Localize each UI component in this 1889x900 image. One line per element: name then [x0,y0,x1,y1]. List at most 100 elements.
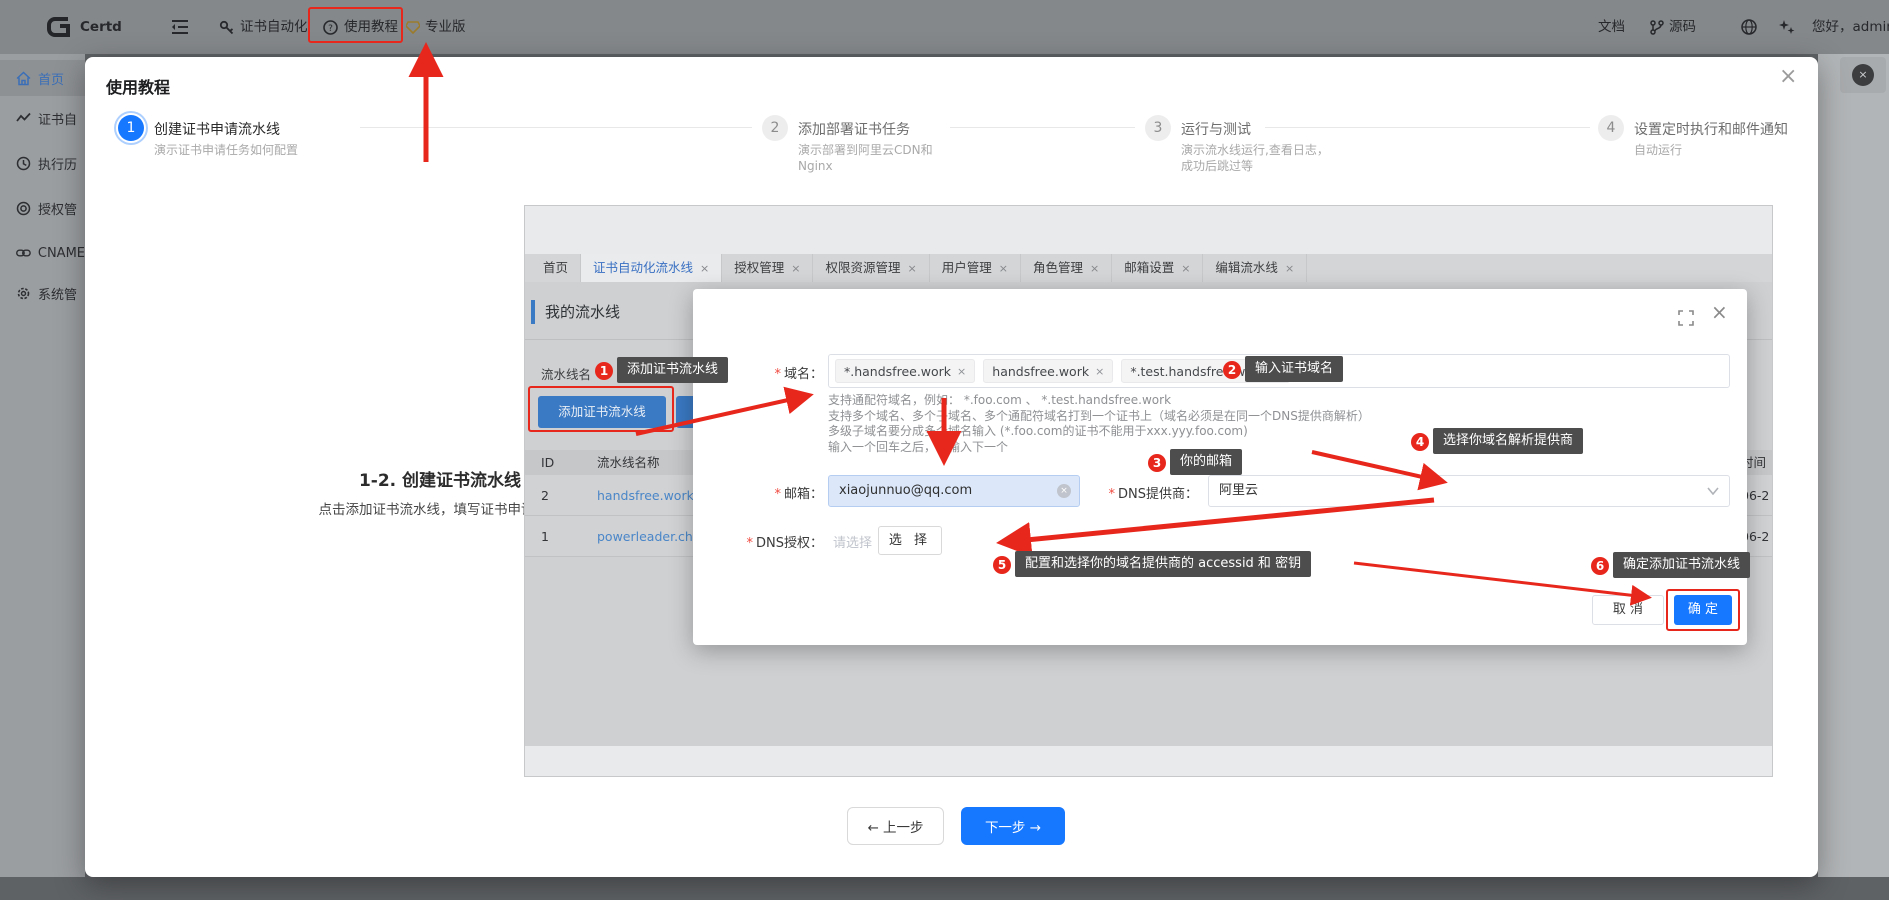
step-4-title: 设置定时执行和邮件通知 [1634,119,1788,139]
step-1-desc: 演示证书申请任务如何配置 [154,142,309,158]
page-right-strip: × [1818,54,1889,877]
domain-help-text: 支持通配符域名，例如： *.foo.com 、 *.test.handsfree… [828,393,1370,455]
sidebar-item-cert[interactable]: 证书自 [0,100,85,136]
step-connector [950,127,1135,128]
certd-logo-icon [46,15,72,39]
tag-close-icon[interactable]: × [1095,365,1104,378]
sidebar-item-cname[interactable]: CNAME [0,235,85,271]
annotation-badge-1: 1 [595,362,613,380]
git-branch-icon [1650,20,1664,35]
tab-close-icon[interactable]: × [908,262,917,275]
dns-provider-select[interactable]: 阿里云 [1208,475,1730,507]
pipeline-link[interactable]: handsfree.work证 [597,475,706,516]
modal-title: 使用教程 [106,74,170,98]
pro-badge-icon [406,21,420,34]
nav-source[interactable]: 源码 [1669,0,1696,54]
required-asterisk: * [747,536,754,551]
home-icon [16,71,31,86]
highlight-box-add-button [528,386,674,432]
col-id: ID [541,450,554,475]
demo-footer-strip [525,746,1773,777]
link-icon [16,247,31,259]
tab-auth-manage[interactable]: 授权管理× [722,254,813,282]
row-id: 1 [541,516,549,557]
sidebar-item-history[interactable]: 执行历 [0,145,85,181]
dns-auth-placeholder: 请选择 [833,532,872,551]
prev-step-button[interactable]: ← 上一步 [847,807,944,845]
pipeline-panel-title: 我的流水线 [545,301,620,322]
step-2-number: 2 [762,115,788,141]
close-all-icon[interactable]: × [1852,64,1874,86]
dns-auth-choose-button[interactable]: 选 择 [878,526,942,555]
user-greeting[interactable]: 您好，admin [1812,0,1889,54]
annotation-tooltip-2: 输入证书域名 [1245,356,1343,382]
step-3-number: 3 [1145,115,1171,141]
annotation-tooltip-6: 确定添加证书流水线 [1613,552,1750,578]
sidebar-item-label: 授权管 [38,199,77,218]
step-4-number: 4 [1598,115,1624,141]
demo-tabbar: 首页 证书自动化流水线× 授权管理× 权限资源管理× 用户管理× 角色管理× 邮… [525,254,1773,282]
nav-pro[interactable]: 专业版 [425,0,466,54]
tag-close-icon[interactable]: × [957,365,966,378]
line-chart-icon [16,111,31,126]
tab-roles[interactable]: 角色管理× [1021,254,1112,282]
tab-close-icon[interactable]: × [1285,262,1294,275]
close-tabs-widget[interactable]: × [1840,57,1886,93]
highlight-box-ok-button [1666,589,1740,631]
sidebar-item-home[interactable]: 首页 [0,60,85,96]
tab-close-icon[interactable]: × [1090,262,1099,275]
gear-icon [16,286,31,301]
modal-close-icon[interactable]: × [1779,64,1797,89]
domain-tag: handsfree.work× [983,359,1113,383]
dns-auth-label: *DNS授权： [703,532,823,551]
sidebar-item-auth[interactable]: 授权管 [0,190,85,226]
next-step-button[interactable]: 下一步 → [961,807,1065,845]
tab-email[interactable]: 邮箱设置× [1112,254,1203,282]
required-asterisk: * [774,487,781,502]
col-name: 流水线名称 [597,450,660,475]
step-3-title: 运行与测试 [1181,119,1251,139]
email-label: *邮箱： [723,483,823,502]
globe-icon[interactable] [1741,19,1757,35]
domain-tag: *.handsfree.work× [835,359,975,383]
step-2-title: 添加部署证书任务 [798,119,910,139]
tab-permission[interactable]: 权限资源管理× [813,254,929,282]
pipeline-link[interactable]: powerleader.chat [597,516,705,557]
brand-name: Certd [80,0,122,54]
tab-edit-pipeline[interactable]: 编辑流水线× [1203,254,1307,282]
target-icon [16,201,31,216]
sparkles-icon[interactable] [1779,19,1795,35]
step-connector [360,127,752,128]
cancel-button[interactable]: 取 消 [1592,595,1664,625]
demo-header-strip [525,206,1773,254]
email-field[interactable]: xiaojunnuo@qq.com [828,475,1080,507]
highlight-box-tutorial [308,7,403,43]
annotation-badge-3: 3 [1148,454,1166,472]
tab-close-icon[interactable]: × [1181,262,1190,275]
clear-input-icon[interactable]: × [1057,484,1071,498]
annotation-badge-5: 5 [993,556,1011,574]
annotation-badge-4: 4 [1411,433,1429,451]
nav-docs[interactable]: 文档 [1598,0,1625,54]
tab-home[interactable]: 首页 [531,254,581,282]
dialog-close-icon[interactable]: × [1711,300,1728,324]
step-2-desc: 演示部署到阿里云CDN和Nginx [798,142,960,174]
sidebar-item-label: 系统管 [38,284,77,303]
sidebar-item-label: 证书自 [38,109,77,128]
nav-cert-automation[interactable]: 证书自动化 [240,0,308,54]
tab-users[interactable]: 用户管理× [930,254,1021,282]
fullscreen-icon[interactable] [1678,310,1694,326]
sidebar-item-system[interactable]: 系统管 [0,275,85,311]
panel-accent-bar [531,300,535,324]
menu-fold-icon[interactable] [172,20,188,34]
tab-close-icon[interactable]: × [999,262,1008,275]
chevron-down-icon [1707,487,1719,495]
row-id: 2 [541,475,549,516]
tab-close-icon[interactable]: × [700,262,709,275]
tab-close-icon[interactable]: × [791,262,800,275]
tab-cert-pipeline[interactable]: 证书自动化流水线× [581,254,722,282]
top-navbar: Certd 证书自动化 ? 使用教程 专业版 文档 源码 您好，admin [0,0,1889,54]
required-asterisk: * [774,367,781,382]
step-1-number: 1 [118,115,144,141]
annotation-badge-2: 2 [1223,361,1241,379]
